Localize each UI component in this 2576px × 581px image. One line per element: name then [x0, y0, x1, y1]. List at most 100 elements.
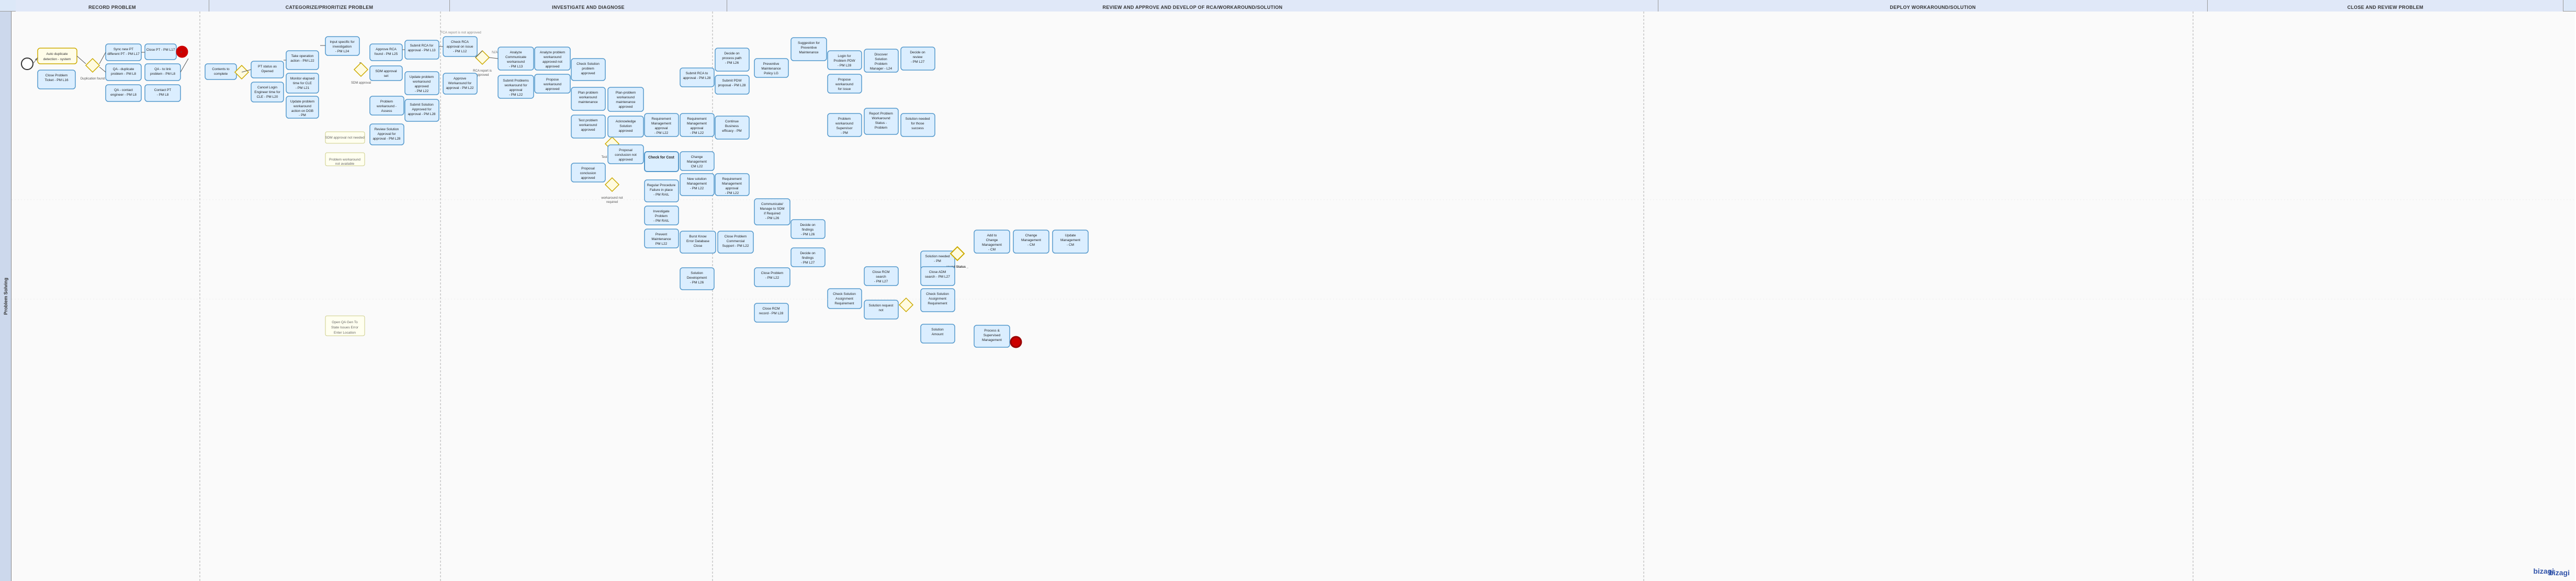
svg-text:Investigate: Investigate: [653, 210, 670, 213]
svg-text:Status -: Status -: [875, 121, 887, 125]
svg-text:Report Problem: Report Problem: [869, 112, 893, 116]
svg-text:- PM L12: - PM L12: [453, 50, 467, 53]
svg-text:record - PM L28: record - PM L28: [759, 312, 784, 315]
svg-text:Close ADM: Close ADM: [929, 270, 946, 274]
svg-text:Discover: Discover: [874, 53, 888, 56]
svg-text:Analyze: Analyze: [510, 51, 522, 54]
svg-text:Submit RCA to: Submit RCA to: [686, 72, 708, 75]
svg-text:workaround: workaround: [293, 105, 311, 108]
svg-text:- CM: - CM: [1027, 243, 1035, 247]
svg-text:approved: approved: [618, 105, 632, 109]
svg-text:SDM approval: SDM approval: [375, 70, 397, 73]
svg-text:- PM L22: - PM L22: [765, 276, 779, 280]
svg-text:- PM RAIL: - PM RAIL: [653, 219, 669, 223]
svg-text:workaround: workaround: [835, 122, 853, 126]
svg-text:workaround: workaround: [412, 80, 431, 84]
svg-text:Prevent: Prevent: [656, 233, 668, 236]
svg-text:investigation: investigation: [333, 45, 352, 49]
svg-text:Input specific for: Input specific for: [330, 40, 355, 44]
svg-text:workaround: workaround: [579, 123, 597, 127]
svg-text:Check Solution: Check Solution: [926, 292, 949, 296]
svg-text:Support - PM L22: Support - PM L22: [722, 244, 749, 248]
svg-text:Approve RCA: Approve RCA: [376, 48, 397, 51]
svg-text:Review Solution: Review Solution: [375, 128, 399, 131]
svg-text:approved: approved: [581, 72, 595, 75]
svg-text:approval on issue: approval on issue: [447, 45, 473, 49]
svg-text:workaround -: workaround -: [376, 105, 397, 108]
svg-text:Preventive: Preventive: [801, 46, 817, 50]
svg-text:findings: findings: [802, 228, 814, 232]
svg-text:review: review: [913, 55, 923, 59]
svg-text:Requirement: Requirement: [722, 177, 741, 181]
svg-text:Close Problem: Close Problem: [725, 235, 747, 238]
svg-text:Commercial: Commercial: [727, 240, 745, 243]
svg-text:State Issues Error: State Issues Error: [331, 326, 359, 329]
svg-text:Communicate: Communicate: [505, 55, 526, 59]
svg-text:workaround: workaround: [543, 83, 561, 86]
svg-text:Policy LG: Policy LG: [764, 72, 778, 75]
svg-text:Management: Management: [722, 182, 742, 186]
svg-text:Login for: Login for: [838, 54, 851, 58]
svg-text:RCA report is: RCA report is: [473, 70, 492, 73]
svg-text:Take operation: Take operation: [291, 54, 314, 58]
svg-text:- CM: - CM: [1067, 243, 1074, 247]
svg-text:- PM L28: - PM L28: [838, 64, 852, 67]
svg-text:approved: approved: [618, 129, 632, 133]
svg-text:Preventive: Preventive: [763, 62, 779, 66]
svg-text:- PM L22: - PM L22: [725, 191, 739, 195]
svg-text:Auto duplicate: Auto duplicate: [46, 52, 68, 56]
svg-text:Development: Development: [687, 276, 707, 280]
svg-text:Regular Procedure: Regular Procedure: [647, 184, 676, 187]
svg-text:Management: Management: [687, 182, 707, 186]
svg-text:QA - to link: QA - to link: [154, 67, 172, 71]
svg-text:workaround: workaround: [835, 83, 853, 86]
svg-text:Proposal: Proposal: [581, 167, 595, 170]
svg-text:New solution: New solution: [687, 177, 707, 181]
svg-text:Solution: Solution: [619, 124, 632, 128]
svg-text:Contents to: Contents to: [212, 67, 230, 71]
svg-text:Acknowledge: Acknowledge: [616, 120, 636, 123]
svg-text:Engineer time for: Engineer time for: [254, 90, 280, 94]
svg-text:- PM L27: - PM L27: [874, 280, 888, 283]
svg-text:workaround for: workaround for: [504, 84, 527, 87]
svg-text:Decide on: Decide on: [724, 52, 740, 55]
svg-text:approval: approval: [655, 127, 668, 130]
svg-text:engineer - PM L8: engineer - PM L8: [110, 93, 137, 97]
svg-text:- PM L27: - PM L27: [911, 60, 925, 64]
svg-text:proposal - PM L28: proposal - PM L28: [718, 84, 745, 87]
svg-text:Submit RCA for: Submit RCA for: [410, 44, 434, 48]
svg-text:Opened: Opened: [261, 70, 274, 73]
svg-text:Requirement: Requirement: [687, 117, 706, 121]
svg-text:Workaround for: Workaround for: [448, 82, 472, 85]
svg-text:- PM L21: - PM L21: [296, 86, 310, 90]
svg-text:action - PM L22: action - PM L22: [290, 59, 314, 63]
svg-text:Solution needed: Solution needed: [925, 255, 950, 258]
svg-text:Open QA Gen To: Open QA Gen To: [332, 321, 358, 324]
svg-text:workaround: workaround: [543, 55, 561, 59]
svg-text:Monitor elapsed: Monitor elapsed: [290, 77, 315, 81]
svg-text:CM L22: CM L22: [691, 165, 703, 168]
svg-text:approval - PM L13: approval - PM L13: [408, 49, 435, 52]
svg-text:Propose: Propose: [546, 78, 559, 82]
main-container: RECORD PROBLEM CATEGORIZE/PRIORITIZE PRO…: [0, 0, 2576, 581]
svg-text:maintenance: maintenance: [616, 100, 636, 104]
svg-text:approved: approved: [545, 87, 559, 91]
svg-text:search: search: [876, 275, 886, 279]
svg-text:Update problem: Update problem: [290, 100, 314, 104]
svg-text:Submit Solution: Submit Solution: [410, 103, 434, 107]
svg-text:complete: complete: [214, 72, 228, 76]
watermark-logo: bizagi: [2549, 568, 2570, 577]
svg-text:SDM approval not needed: SDM approval not needed: [325, 136, 365, 140]
svg-text:Approve: Approve: [454, 77, 467, 81]
svg-text:approval - PM L28: approval - PM L28: [408, 112, 435, 116]
svg-text:Suggestion for: Suggestion for: [798, 41, 820, 45]
svg-text:Solution: Solution: [931, 328, 944, 332]
svg-text:Manage to SDM: Manage to SDM: [760, 207, 785, 211]
svg-text:Plan-problem: Plan-problem: [616, 91, 636, 95]
svg-text:Submit Problems: Submit Problems: [503, 79, 529, 83]
svg-text:not available: not available: [335, 162, 355, 166]
svg-text:Problem PDW: Problem PDW: [833, 59, 855, 63]
svg-text:Contact PT: Contact PT: [154, 88, 172, 92]
svg-text:Requirement: Requirement: [928, 302, 947, 305]
svg-text:- PM L26: - PM L26: [765, 217, 779, 220]
